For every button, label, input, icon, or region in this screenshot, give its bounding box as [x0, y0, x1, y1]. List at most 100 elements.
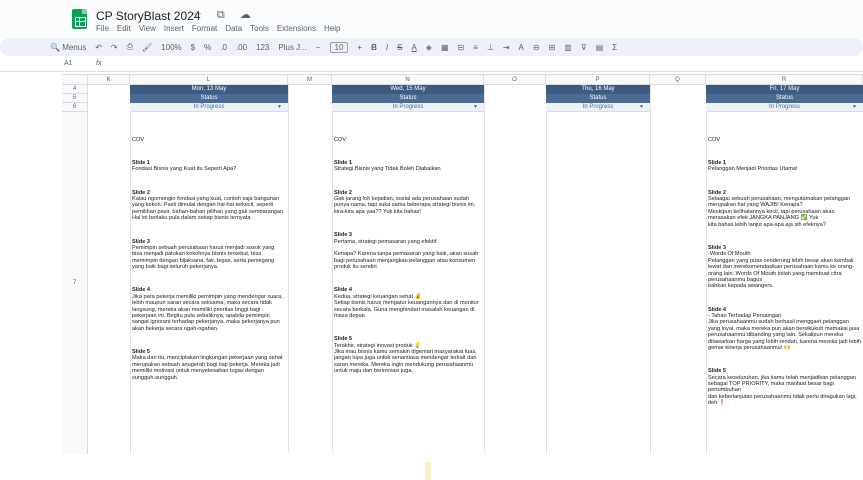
status-dropdown-wed[interactable]: In Progress ▼: [332, 103, 484, 112]
text-wrap-icon[interactable]: ⇥: [503, 43, 510, 52]
menu-insert[interactable]: Insert: [164, 24, 184, 33]
menu-extensions[interactable]: Extensions: [277, 24, 316, 33]
menu-file[interactable]: File: [96, 24, 109, 33]
merge-cells-icon[interactable]: ⊟: [458, 43, 465, 52]
slide-text: Terakhir, strategi inovasi produk 💡 Jika…: [334, 342, 477, 375]
day-header-mon[interactable]: Mon, 13 May: [130, 85, 288, 94]
column-header-p[interactable]: P: [546, 75, 650, 85]
bold-button[interactable]: B: [371, 43, 377, 52]
strikethrough-button[interactable]: S: [397, 43, 402, 52]
redo-icon[interactable]: ↷: [111, 43, 118, 52]
percent-button[interactable]: %: [204, 43, 211, 52]
bottom-area: [0, 454, 863, 480]
slide-text: - Tahan Terhadap Persaingan Jika perusah…: [708, 312, 861, 351]
slide-text: -Words Of Mouth Pelanggan yang puas cend…: [708, 251, 854, 290]
status-header-mon[interactable]: Status: [130, 94, 288, 103]
status-header-fri[interactable]: Status: [706, 94, 863, 103]
row-header-5[interactable]: 5: [62, 94, 88, 103]
row-header-6[interactable]: 6: [62, 103, 88, 112]
undo-icon[interactable]: ↶: [95, 43, 102, 52]
menu-edit[interactable]: Edit: [117, 24, 131, 33]
filter-views-icon[interactable]: ▤: [596, 43, 604, 52]
align-horizontal-icon[interactable]: ≡: [473, 43, 478, 52]
status-header-wed[interactable]: Status: [332, 94, 484, 103]
menu-help[interactable]: Help: [324, 24, 340, 33]
status-dropdown-fri[interactable]: In Progress ▼: [706, 103, 863, 112]
align-vertical-icon[interactable]: ⊥: [487, 43, 494, 52]
fill-color-icon[interactable]: ◈: [426, 43, 432, 52]
status-value: In Progress: [392, 104, 424, 110]
insert-comment-icon[interactable]: ⊞: [549, 43, 556, 52]
slide-block: Slide 2 Selaagai sebuah perusahaan, mengu…: [708, 190, 862, 228]
search-menus[interactable]: 🔍 Menus: [50, 43, 86, 52]
slide-block: Slide 2 Gak jarang loh kejadian, sosial a…: [334, 190, 482, 216]
name-box[interactable]: A1: [64, 60, 73, 67]
status-header-thu[interactable]: Status: [546, 94, 650, 103]
print-icon[interactable]: ⎙: [127, 42, 133, 52]
row-header-4[interactable]: 4: [62, 85, 88, 94]
slide-text: Pertama, strategi pemasaran yang efektif…: [334, 238, 479, 271]
filter-icon[interactable]: ⊽: [581, 43, 587, 52]
status-dropdown-thu[interactable]: In Progress ▼: [546, 103, 650, 112]
slide-block: Slide 3 -Words Of Mouth Pelanggan yang pu…: [708, 245, 862, 290]
increase-decimal-button[interactable]: .00: [236, 43, 247, 52]
insert-chart-icon[interactable]: ▥: [564, 43, 572, 52]
slide-text: Strategi Bisnis yang Tidak Boleh Diabaik…: [334, 166, 441, 173]
dropdown-arrow-icon[interactable]: ▼: [277, 103, 282, 112]
dropdown-arrow-icon[interactable]: ▼: [473, 103, 478, 112]
column-header-k[interactable]: K: [88, 75, 130, 85]
formula-bar: A1 fx: [0, 58, 863, 72]
dropdown-arrow-icon[interactable]: ▼: [852, 103, 857, 112]
column-header-o[interactable]: O: [484, 75, 546, 85]
dropdown-arrow-icon[interactable]: ▼: [639, 103, 644, 112]
day-header-wed[interactable]: Wed, 15 May: [332, 85, 484, 94]
currency-button[interactable]: $: [191, 43, 195, 52]
select-all-corner[interactable]: [62, 75, 88, 85]
day-header-thu[interactable]: Thu, 16 May: [546, 85, 650, 94]
column-header-m[interactable]: M: [288, 75, 332, 85]
font-size-increase[interactable]: +: [357, 43, 362, 52]
menu-tools[interactable]: Tools: [250, 24, 269, 33]
slide-text: Kedua, strategi keuangan sehat 💰 Setiap …: [334, 293, 479, 319]
status-value: In Progress: [582, 104, 614, 110]
menu-data[interactable]: Data: [225, 24, 242, 33]
script-cell-fri[interactable]: COV Slide 1 Pelanggan Menjadi Prioritas U…: [708, 124, 862, 454]
gridline: [332, 85, 333, 455]
star-move-cloud-icons[interactable]: ☆ ⧉ ☁: [192, 8, 257, 22]
menu-view[interactable]: View: [139, 24, 156, 33]
paint-format-icon[interactable]: 🖌: [142, 43, 152, 52]
font-size-decrease[interactable]: −: [316, 43, 321, 52]
row-header-7[interactable]: 7: [62, 112, 88, 455]
text-rotation-icon[interactable]: A: [519, 43, 524, 52]
sheets-logo-icon[interactable]: [72, 9, 87, 29]
slide-text: Pelanggan Menjadi Prioritas Utama!: [708, 166, 798, 173]
column-header-q[interactable]: Q: [650, 75, 706, 85]
gridline: [650, 85, 651, 455]
status-dropdown-mon[interactable]: In Progress ▼: [130, 103, 288, 112]
borders-icon[interactable]: ▦: [441, 43, 449, 52]
text-color-button[interactable]: A: [411, 43, 416, 52]
slide-block: Slide 3 Pertama, strategi pemasaran yang …: [334, 232, 482, 270]
script-cell-wed[interactable]: COV Slide 1 Strategi Bisnis yang Tidak Bo…: [334, 124, 482, 454]
insert-link-icon[interactable]: ⊖: [533, 43, 540, 52]
slide-block: Slide 4 Kedua, strategi keuangan sehat 💰 …: [334, 287, 482, 319]
number-format-button[interactable]: 123: [256, 43, 269, 52]
slide-block: Slide 2 Kalau ngomongin fondasi yang kuat…: [132, 190, 286, 222]
menu-format[interactable]: Format: [192, 24, 217, 33]
spreadsheet-grid[interactable]: K L M N O P Q R 4 5 6 7 Mon, 13 May Stat…: [62, 74, 863, 455]
status-value: In Progress: [193, 104, 225, 110]
slide-block: Slide 1 Pelanggan Menjadi Prioritas Utama…: [708, 160, 862, 173]
column-header-l[interactable]: L: [130, 75, 288, 85]
script-cell-mon[interactable]: COV Slide 1 Fondasi Bisnis yang Kuat itu …: [132, 124, 286, 454]
document-title[interactable]: CP StoryBlast 2024: [96, 9, 201, 23]
font-size-input[interactable]: 10: [329, 41, 349, 53]
column-header-n[interactable]: N: [332, 75, 484, 85]
column-header-r[interactable]: R: [706, 75, 863, 85]
day-header-fri[interactable]: Fri, 17 May: [706, 85, 863, 94]
functions-icon[interactable]: Σ: [612, 43, 617, 52]
font-select[interactable]: Plus J...: [278, 43, 306, 52]
toolbar: 🔍 Menus ↶ ↷ ⎙ 🖌 100% $ % .0 .00 123 Plus…: [0, 38, 863, 56]
decrease-decimal-button[interactable]: .0: [220, 43, 227, 52]
italic-button[interactable]: I: [386, 43, 388, 52]
zoom-select[interactable]: 100%: [161, 43, 181, 52]
